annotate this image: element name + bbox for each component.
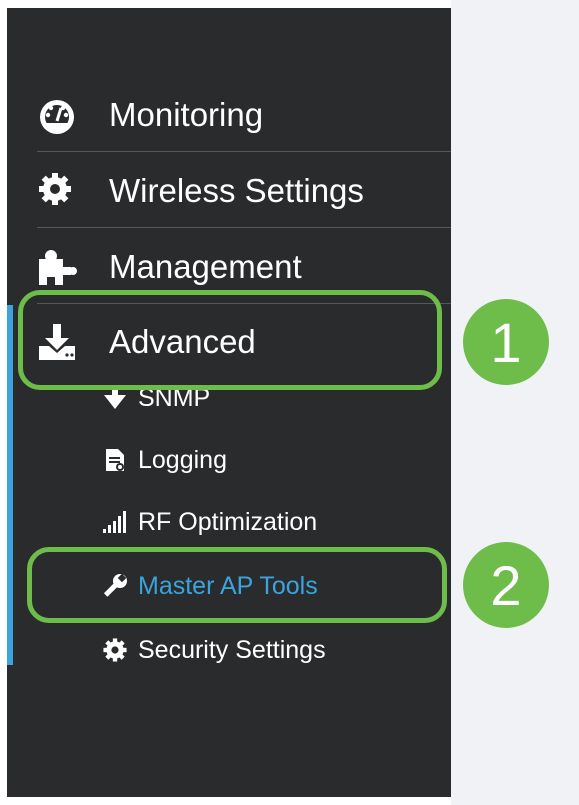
step-1-highlight [18, 290, 442, 390]
divider [37, 151, 451, 152]
gear-icon [102, 637, 128, 663]
subitem-label: Security Settings [138, 635, 326, 664]
active-section-indicator [7, 305, 13, 665]
step-1-badge: 1 [463, 299, 549, 385]
subitem-label: Logging [138, 445, 227, 474]
subitem-security-settings[interactable]: Security Settings [102, 630, 326, 670]
subitem-rf-optimization[interactable]: RF Optimization [102, 502, 317, 542]
subitem-logging[interactable]: Logging [102, 440, 227, 480]
sidebar-item-management[interactable]: Management [37, 242, 451, 292]
signal-bars-icon [102, 509, 128, 535]
gear-icon [37, 171, 77, 211]
sidebar-item-wireless-settings[interactable]: Wireless Settings [37, 166, 451, 216]
sidebar-item-label: Management [109, 248, 302, 285]
step-2-highlight [27, 547, 447, 623]
step-2-badge: 2 [463, 542, 549, 628]
content-area [451, 0, 579, 805]
sidebar-item-label: Monitoring [109, 96, 264, 133]
dashboard-icon [37, 95, 77, 135]
sidebar-item-monitoring[interactable]: Monitoring [37, 90, 451, 140]
puzzle-icon [37, 247, 77, 287]
document-icon [102, 447, 128, 473]
sidebar-item-label: Wireless Settings [109, 172, 364, 209]
divider [37, 227, 451, 228]
subitem-label: RF Optimization [138, 507, 318, 536]
